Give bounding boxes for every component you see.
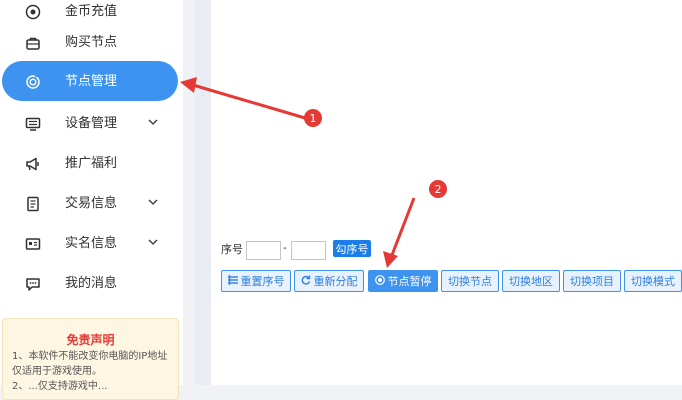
sidebar-item-transactions[interactable]: 交易信息 <box>0 183 183 223</box>
sidebar-item-node-management[interactable]: 节点管理 <box>2 61 178 101</box>
sidebar-item-label: 交易信息 <box>65 196 118 211</box>
sidebar-item-label: 设备管理 <box>65 116 118 131</box>
message-icon <box>24 275 41 292</box>
sidebar-item-label: 节点管理 <box>65 74 118 89</box>
device-icon <box>24 115 41 132</box>
document-icon <box>24 195 41 212</box>
switch-region-button[interactable]: 切换地区 <box>502 270 560 292</box>
disclaimer-title: 免责声明 <box>66 333 115 347</box>
reallocate-button[interactable]: 重新分配 <box>294 270 364 292</box>
chevron-down-icon[interactable] <box>147 116 159 128</box>
disclaimer-line: 仅适用于游戏使用。 <box>12 366 102 377</box>
bag-icon <box>24 34 41 51</box>
refresh-icon <box>301 275 311 288</box>
button-label: 节点暂停 <box>387 275 432 288</box>
id-card-icon <box>24 235 41 252</box>
megaphone-icon <box>24 155 41 172</box>
disclaimer-line: 1、本软件不能改变你电脑的IP地址 <box>12 351 168 362</box>
sequence-start-input[interactable] <box>246 241 281 260</box>
main-panel <box>211 0 682 385</box>
sidebar-item-label: 金币充值 <box>65 4 118 19</box>
sequence-label: 序号 <box>221 243 243 256</box>
sidebar-item-label: 实名信息 <box>65 236 118 251</box>
sidebar-item-buy-node[interactable]: 购买节点 <box>0 22 183 62</box>
sidebar-item-messages[interactable]: 我的消息 <box>0 263 183 303</box>
list-icon <box>227 274 238 288</box>
check-sequence-button[interactable]: 勾序号 <box>333 240 371 257</box>
sidebar-item-real-name[interactable]: 实名信息 <box>0 223 183 263</box>
annotation-marker-2: 2 <box>429 180 447 198</box>
sidebar: 金币充值 购买节点 节点管理 设备管理 推广福利 交易信息 实名信息 我的消息 … <box>0 0 183 400</box>
pause-circle-icon <box>374 274 385 288</box>
chevron-down-icon[interactable] <box>147 196 159 208</box>
annotation-marker-1: 1 <box>304 109 322 127</box>
disclaimer-panel: 免责声明 1、本软件不能改变你电脑的IP地址 仅适用于游戏使用。 2、...仅支… <box>2 318 179 400</box>
panel-divider <box>195 0 211 385</box>
sidebar-item-device-management[interactable]: 设备管理 <box>0 103 183 143</box>
range-dash: - <box>283 241 287 254</box>
sidebar-item-label: 我的消息 <box>65 276 118 291</box>
sidebar-item-label: 推广福利 <box>65 156 118 171</box>
sequence-end-input[interactable] <box>291 241 326 260</box>
coin-icon <box>24 3 41 20</box>
reset-sequence-button[interactable]: 重置序号 <box>221 270 291 292</box>
disclaimer-line: 2、...仅支持游戏中... <box>12 381 108 392</box>
node-icon <box>24 73 41 90</box>
button-label: 重置序号 <box>240 275 285 288</box>
button-label: 重新分配 <box>313 275 358 288</box>
sidebar-item-label: 购买节点 <box>65 35 118 50</box>
switch-project-button[interactable]: 切换项目 <box>563 270 621 292</box>
chevron-down-icon[interactable] <box>147 236 159 248</box>
switch-node-button[interactable]: 切换节点 <box>441 270 499 292</box>
disclaimer-text: 1、本软件不能改变你电脑的IP地址 仅适用于游戏使用。 2、...仅支持游戏中.… <box>12 349 174 394</box>
sidebar-item-promotion[interactable]: 推广福利 <box>0 143 183 183</box>
pause-node-button[interactable]: 节点暂停 <box>368 270 438 292</box>
switch-mode-button[interactable]: 切换模式 <box>624 270 682 292</box>
